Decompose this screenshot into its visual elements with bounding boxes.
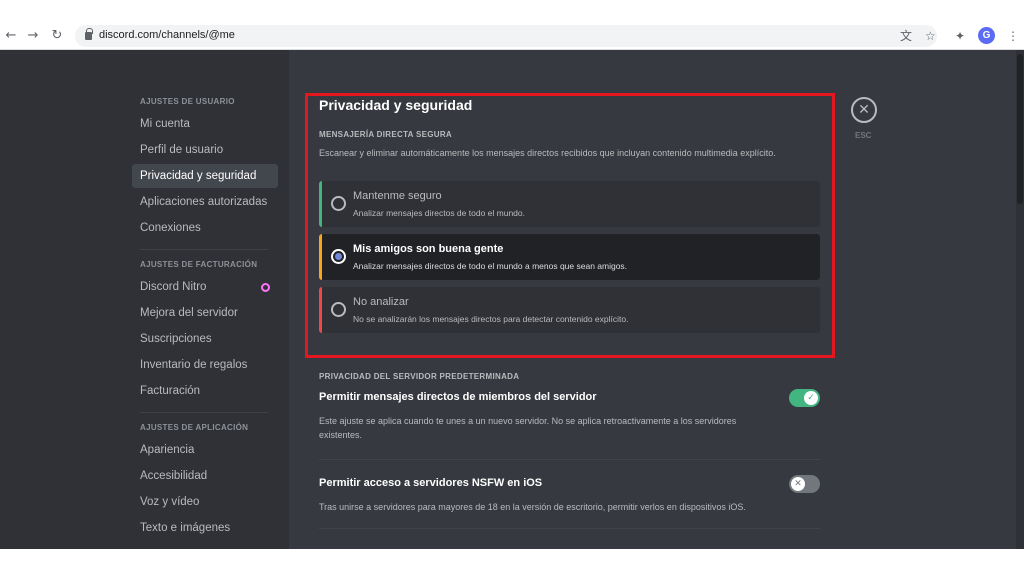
nitro-icon xyxy=(261,283,270,292)
sidebar-divider xyxy=(140,412,268,413)
sidebar-item-gift-inventory[interactable]: Inventario de regalos xyxy=(132,353,278,377)
settings-sidebar: AJUSTES DE USUARIO Mi cuenta Perfil de u… xyxy=(0,50,289,549)
scrollbar-thumb[interactable] xyxy=(1017,54,1023,204)
sidebar-item-user-profile[interactable]: Perfil de usuario xyxy=(132,138,278,162)
sidebar-item-billing[interactable]: Facturación xyxy=(132,379,278,403)
sidebar-header-user: AJUSTES DE USUARIO xyxy=(140,97,235,106)
close-button[interactable]: ✕ xyxy=(851,97,877,123)
sidebar-item-label: Discord Nitro xyxy=(140,281,207,293)
translate-icon[interactable]: 文 xyxy=(900,28,912,44)
allow-dm-toggle[interactable]: ✓ xyxy=(789,389,820,407)
sidebar-header-billing: AJUSTES DE FACTURACIÓN xyxy=(140,260,258,269)
forward-arrow-icon[interactable]: → xyxy=(24,27,42,45)
settings-divider xyxy=(319,528,820,529)
extensions-icon[interactable]: ✦ xyxy=(955,28,965,44)
nsfw-ios-title: Permitir acceso a servidores NSFW en iOS xyxy=(319,477,543,489)
sidebar-header-app: AJUSTES DE APLICACIÓN xyxy=(140,423,249,432)
allow-dm-title: Permitir mensajes directos de miembros d… xyxy=(319,391,597,403)
nsfw-ios-toggle[interactable]: ✕ xyxy=(789,475,820,493)
nsfw-ios-description: Tras unirse a servidores para mayores de… xyxy=(319,502,746,512)
sidebar-item-authorized-apps[interactable]: Aplicaciones autorizadas xyxy=(132,190,278,214)
lock-icon[interactable] xyxy=(85,28,93,40)
star-icon[interactable]: ☆ xyxy=(925,28,936,44)
esc-label: ESC xyxy=(855,131,872,140)
sidebar-item-privacy-safety[interactable]: Privacidad y seguridad xyxy=(132,164,278,188)
sidebar-item-text-images[interactable]: Texto e imágenes xyxy=(132,516,278,540)
profile-avatar[interactable]: G xyxy=(978,27,995,44)
url-text[interactable]: discord.com/channels/@me xyxy=(99,29,235,41)
sidebar-item-server-boost[interactable]: Mejora del servidor xyxy=(132,301,278,325)
sidebar-item-subscriptions[interactable]: Suscripciones xyxy=(132,327,278,351)
sidebar-item-connections[interactable]: Conexiones xyxy=(132,216,278,240)
x-icon: ✕ xyxy=(791,477,805,491)
highlight-box xyxy=(305,93,835,358)
server-privacy-header: PRIVACIDAD DEL SERVIDOR PREDETERMINADA xyxy=(319,372,520,381)
sidebar-item-voice-video[interactable]: Voz y vídeo xyxy=(132,490,278,514)
settings-divider xyxy=(319,459,820,460)
browser-toolbar: ← → ↻ discord.com/channels/@me 文 ☆ ✦ G ⋮ xyxy=(0,22,1024,50)
back-arrow-icon[interactable]: ← xyxy=(2,27,20,45)
allow-dm-description: Este ajuste se aplica cuando te unes a u… xyxy=(319,416,737,440)
menu-icon[interactable]: ⋮ xyxy=(1007,28,1019,44)
sidebar-divider xyxy=(140,249,268,250)
sidebar-item-accessibility[interactable]: Accesibilidad xyxy=(132,464,278,488)
scrollbar[interactable] xyxy=(1016,50,1024,549)
sidebar-item-nitro[interactable]: Discord Nitro xyxy=(132,275,278,299)
address-bar[interactable]: discord.com/channels/@me xyxy=(75,25,937,47)
discord-settings: AJUSTES DE USUARIO Mi cuenta Perfil de u… xyxy=(0,50,1024,549)
check-icon: ✓ xyxy=(804,391,818,405)
sidebar-item-my-account[interactable]: Mi cuenta xyxy=(132,112,278,136)
reload-icon[interactable]: ↻ xyxy=(48,27,66,45)
sidebar-item-appearance[interactable]: Apariencia xyxy=(132,438,278,462)
